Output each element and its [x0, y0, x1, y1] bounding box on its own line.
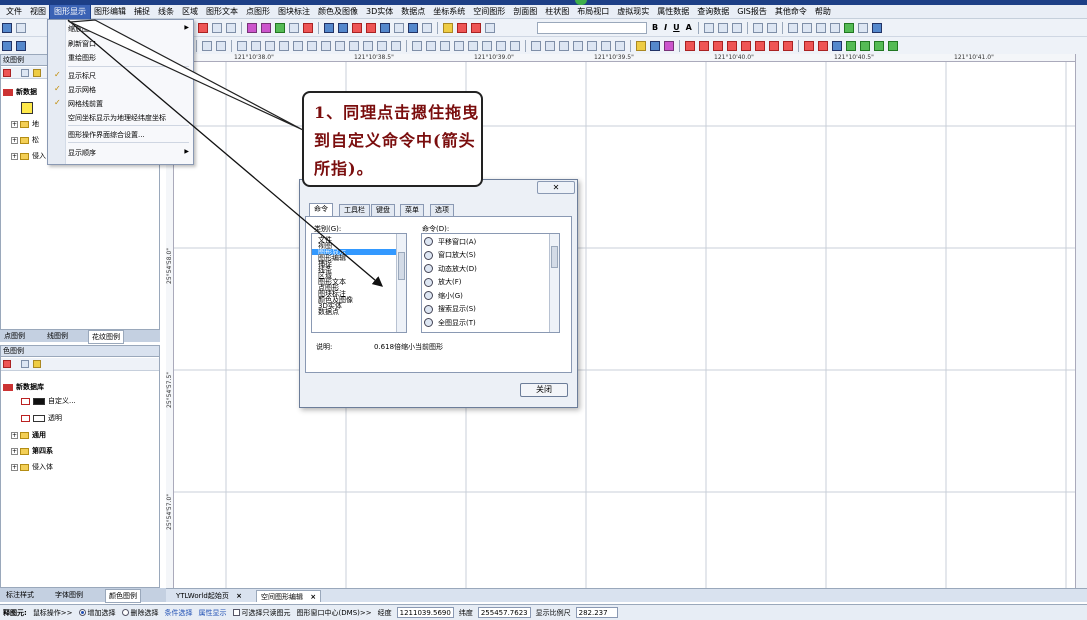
arrow-annotations: [67, 19, 383, 287]
cond-select-link[interactable]: 条件选择: [165, 608, 193, 618]
radio-indicator: [78, 609, 86, 616]
scale-field[interactable]: 282.237: [575, 607, 618, 618]
status-mode-label: 释图元:: [3, 608, 27, 617]
radio-indicator: [121, 609, 129, 616]
center-label: 图形窗口中心(DMS)>>: [296, 608, 372, 617]
tab-start-page-label: YTLWorld起始页: [176, 592, 229, 600]
dialog-tab[interactable]: 键盘: [371, 204, 395, 216]
add-select-label: 增加选择: [87, 608, 116, 617]
dialog-tab[interactable]: 工具栏: [339, 204, 370, 216]
lon-field[interactable]: 1211039.5690: [396, 607, 454, 618]
attr-show-link[interactable]: 属性显示: [199, 608, 227, 618]
add-select-radio[interactable]: 增加选择: [78, 608, 116, 618]
readonly-checkbox[interactable]: 可选择只读图元: [232, 608, 291, 618]
del-select-radio[interactable]: 删除选择: [121, 608, 159, 618]
dialog-tab[interactable]: 选项: [430, 204, 454, 216]
tab-spatial-edit-label: 空间图形编辑: [261, 593, 303, 601]
status-bar: 释图元: 鼠标操作>> 增加选择 删除选择 条件选择 属性显示 可选择只读图元 …: [0, 604, 1087, 620]
close-icon[interactable]: ×: [236, 592, 242, 600]
callout-pointer: [67, 19, 304, 131]
tab-start-page[interactable]: YTLWorld起始页 ×: [172, 590, 246, 602]
document-tabs: YTLWorld起始页 × 空间图形编辑 ×: [166, 588, 1087, 602]
readonly-label: 可选择只读图元: [241, 608, 291, 617]
dialog-tab[interactable]: 命令: [309, 203, 333, 216]
app-window: 文件 视图 图形显示 图形编辑 捕捉 线条 区域 图形文本 点图形 图块标注 颜色及图像 3D实体 数据…: [0, 0, 1087, 620]
close-icon[interactable]: ×: [310, 593, 316, 601]
dialog-tab[interactable]: 菜单: [400, 204, 424, 216]
arrow-to-dialog: [67, 19, 383, 287]
scale-label: 显示比例尺: [535, 608, 571, 617]
lon-label: 经度: [377, 608, 392, 617]
tab-spatial-edit[interactable]: 空间图形编辑 ×: [256, 590, 322, 602]
del-select-label: 删除选择: [130, 608, 159, 617]
lat-field[interactable]: 255457.7623: [477, 607, 531, 618]
checkbox-indicator: [232, 609, 240, 616]
mouse-op-label: 鼠标操作>>: [32, 608, 73, 617]
lat-label: 纬度: [458, 608, 473, 617]
